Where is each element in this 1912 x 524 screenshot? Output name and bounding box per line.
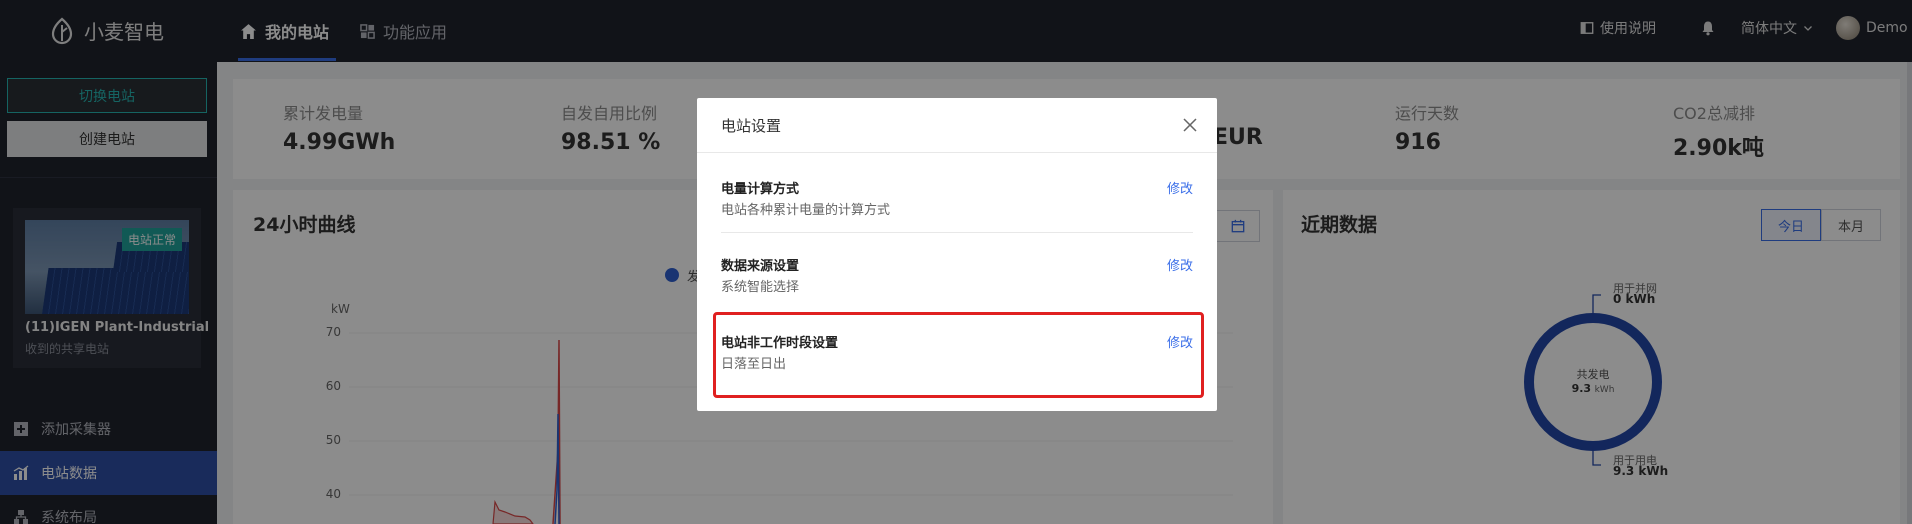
plant-settings-dialog: 电站设置 电量计算方式 电站各种累计电量的计算方式 修改 数据来源设置 系统智能… [697, 98, 1217, 411]
close-icon[interactable] [1181, 116, 1199, 134]
setting-desc: 日落至日出 [721, 357, 787, 372]
setting-title: 数据来源设置 [721, 259, 800, 274]
setting-divider [721, 232, 1193, 233]
edit-link[interactable]: 修改 [1167, 178, 1193, 197]
edit-link[interactable]: 修改 [1167, 255, 1193, 274]
dialog-title: 电站设置 [721, 117, 782, 135]
setting-title: 电量计算方式 [721, 182, 800, 197]
setting-desc: 系统智能选择 [721, 280, 800, 295]
setting-data-source: 数据来源设置 系统智能选择 修改 [721, 255, 1193, 319]
setting-desc: 电站各种累计电量的计算方式 [721, 203, 891, 218]
edit-link[interactable]: 修改 [1167, 332, 1193, 351]
dialog-header: 电站设置 [697, 98, 1217, 153]
setting-non-working-hours: 电站非工作时段设置 日落至日出 修改 [721, 332, 1193, 396]
setting-title: 电站非工作时段设置 [721, 336, 839, 351]
